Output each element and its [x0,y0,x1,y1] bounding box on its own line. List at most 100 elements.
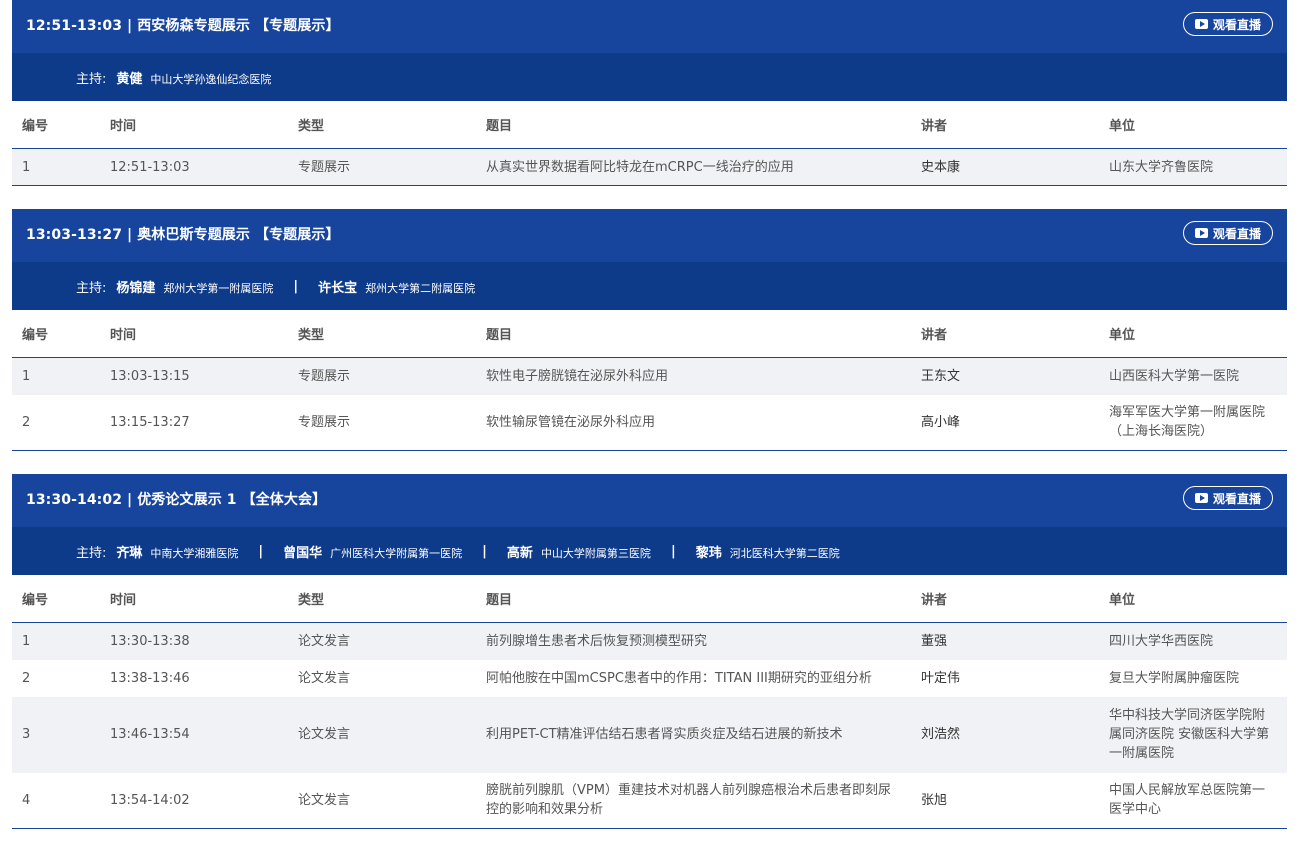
host-institution: 广州医科大学附属第一医院 [330,546,463,560]
host-institution: 中山大学孙逸仙纪念医院 [150,72,272,86]
schedule-table: 编号 时间 类型 题目 讲者 单位 1 13:30-13:38 论文发言 前列腺增生患者术后恢复预… [12,575,1287,829]
row-number: 1 [12,148,100,186]
row-unit: 山西医科大学第一医院 [1099,357,1287,395]
row-unit: 海军军医大学第一附属医院（上海长海医院） [1099,394,1287,451]
row-topic: 膀胱前列腺肌（VPM）重建技术对机器人前列腺癌根治术后患者即刻尿控的影响和效果分… [476,772,911,829]
row-speaker: 董强 [911,622,1099,660]
play-icon [1194,19,1208,29]
agenda: 12:51-13:03 | 西安杨森专题展示 【专题展示】 观看直播 主持: 黄健 中山… [12,0,1287,829]
host-name: 黎玮 [695,545,722,561]
session-block: 12:51-13:03 | 西安杨森专题展示 【专题展示】 观看直播主持: 黄健 中山… [12,0,1287,186]
host-entry: 杨锦建 郑州大学第一附属医院 [116,277,273,296]
column-header: 题目 [476,575,911,623]
host-entry: 黎玮 河北医科大学第二医院 [696,542,840,561]
row-topic: 从真实世界数据看阿比特龙在mCRPC一线治疗的应用 [476,148,911,186]
session-header: 12:51-13:03 | 西安杨森专题展示 【专题展示】 观看直播 [12,0,1287,53]
session-block: 13:03-13:27 | 奥林巴斯专题展示 【专题展示】 观看直播 主持: 杨锦建郑… [12,209,1287,451]
column-header: 题目 [476,101,911,149]
column-header: 编号 [12,310,100,358]
row-topic: 软性输尿管镜在泌尿外科应用 [476,394,911,451]
host-bar: 主持: 齐琳 中南大学湘雅医院 | 曾国华 广州医科大学附属第一医院 | 高新 中山大学附属第三… [12,527,1287,575]
column-header: 编号 [12,101,100,149]
row-time: 13:30-13:38 [100,622,288,660]
column-header: 时间 [100,310,288,358]
host-separator: | [293,278,299,294]
table-header-row: 编号 时间 类型 题目 讲者 单位 [12,310,1287,358]
host-institution: 郑州大学第一附属医院 [163,281,274,295]
host-name: 黄健 [116,71,143,87]
watch-live-label: 观看直播 [1212,226,1261,241]
row-type: 论文发言 [288,622,476,660]
row-speaker: 王东文 [911,357,1099,395]
row-number: 1 [12,622,100,660]
host-bar: 主持: 黄健 中山大学孙逸仙纪念医院 [12,53,1287,101]
row-speaker: 张旭 [911,772,1099,829]
column-header: 讲者 [911,101,1099,149]
table-header-row: 编号 时间 类型 题目 讲者 单位 [12,575,1287,623]
host-separator: | [482,543,487,559]
row-type: 专题展示 [288,148,476,186]
host-institution: 中南大学湘雅医院 [150,546,239,560]
watch-live-label: 观看直播 [1212,17,1261,32]
host-entry: 齐琳 中南大学湘雅医院 [116,542,238,561]
column-header: 单位 [1099,101,1287,149]
watch-live-button[interactable]: 观看直播 [1183,486,1273,510]
row-speaker: 史本康 [911,148,1099,186]
row-time: 12:51-13:03 [100,148,288,186]
row-time: 13:54-14:02 [100,772,288,829]
host-institution: 郑州大学第二附属医院 [365,281,476,295]
table-row: 4 13:54-14:02 论文发言 膀胱前列腺肌（VPM）重建技术对机器人前列腺癌根… [12,772,1287,829]
host-institution: 中山大学附属第三医院 [540,546,651,560]
host-entry: 高新 中山大学附属第三医院 [507,542,651,561]
row-time: 13:15-13:27 [100,394,288,451]
watch-live-button[interactable]: 观看直播 [1183,221,1273,245]
column-header: 单位 [1099,310,1287,358]
table-row: 2 13:38-13:46 论文发言 阿帕他胺在中国mCSPC患者中的作用：TITAN… [12,659,1287,697]
row-topic: 利用PET-CT精准评估结石患者肾实质炎症及结石进展的新技术 [476,696,911,773]
table-row: 1 13:03-13:15 专题展示 软性电子膀胱镜在泌尿外科应用 王东文 山西医科大学第… [12,357,1287,395]
session-header: 13:30-14:02 | 优秀论文展示 1 【全体大会】 观看直播 [12,474,1287,527]
row-unit: 华中科技大学同济医学院附属同济医院 安徽医科大学第一附属医院 [1099,696,1287,773]
watch-live-label: 观看直播 [1212,491,1261,506]
table-row: 1 12:51-13:03 专题展示 从真实世界数据看阿比特龙在mCRPC一线治疗的应… [12,148,1287,186]
row-number: 1 [12,357,100,395]
host-entry: 曾国华 广州医科大学附属第一医院 [283,542,462,561]
row-number: 3 [12,696,100,773]
column-header: 题目 [476,310,911,358]
row-number: 2 [12,394,100,451]
host-separator: | [670,543,676,559]
host-name: 曾国华 [283,545,323,561]
host-name: 高新 [506,545,533,561]
schedule-table: 编号 时间 类型 题目 讲者 单位 1 12:51-13:03 专题展示 从真实世界数据看阿比特龙… [12,101,1287,186]
session-header: 13:03-13:27 | 奥林巴斯专题展示 【专题展示】 观看直播 [12,209,1287,262]
session-title: 12:51-13:03 | 西安杨森专题展示 【专题展示】 [26,18,340,34]
column-header: 单位 [1099,575,1287,623]
host-label: 主持: [76,280,107,296]
session-title: 13:30-14:02 | 优秀论文展示 1 【全体大会】 [26,492,327,508]
row-type: 论文发言 [288,696,476,773]
table-row: 1 13:30-13:38 论文发言 前列腺增生患者术后恢复预测模型研究 董强 四川大学华… [12,622,1287,660]
row-number: 2 [12,659,100,697]
column-header: 时间 [100,101,288,149]
watch-live-button[interactable]: 观看直播 [1183,12,1273,36]
column-header: 类型 [288,101,476,149]
host-label: 主持: [76,545,107,561]
column-header: 讲者 [911,310,1099,358]
row-topic: 软性电子膀胱镜在泌尿外科应用 [476,357,911,395]
row-time: 13:38-13:46 [100,659,288,697]
column-header: 类型 [288,575,476,623]
table-row: 2 13:15-13:27 专题展示 软性输尿管镜在泌尿外科应用 高小峰 海军军医大学第一… [12,394,1287,451]
host-bar: 主持: 杨锦建 郑州大学第一附属医院 | 许长宝 郑州大学第二附属医院 [12,262,1287,310]
host-institution: 河北医科大学第二医院 [729,546,840,560]
row-topic: 前列腺增生患者术后恢复预测模型研究 [476,622,911,660]
row-topic: 阿帕他胺在中国mCSPC患者中的作用：TITAN III期研究的亚组分析 [476,659,911,697]
row-speaker: 叶定伟 [911,659,1099,697]
host-name: 杨锦建 [116,280,156,296]
table-header-row: 编号 时间 类型 题目 讲者 单位 [12,101,1287,149]
host-entry: 黄健 中山大学孙逸仙纪念医院 [116,68,271,87]
host-entry: 许长宝 郑州大学第二附属医院 [318,277,475,296]
row-unit: 复旦大学附属肿瘤医院 [1099,659,1287,697]
play-icon [1194,493,1208,503]
row-type: 专题展示 [288,357,476,395]
session-block: 13:30-14:02 | 优秀论文展示 1 【全体大会】 观看直播主持: 齐琳 中南… [12,474,1287,829]
